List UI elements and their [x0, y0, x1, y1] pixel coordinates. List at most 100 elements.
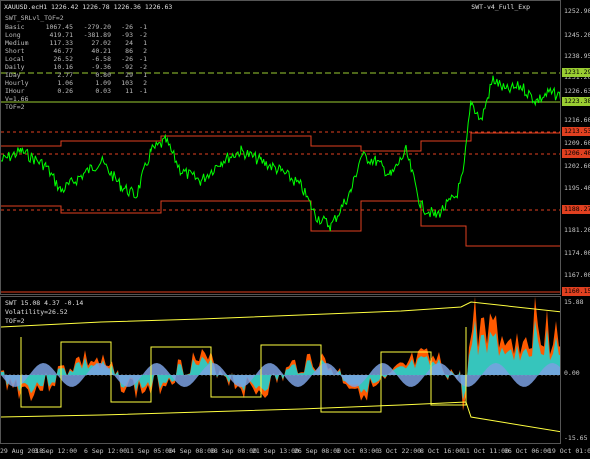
info-cell-a: 0.26: [57, 87, 73, 95]
time-tick: 16 Oct 06:00: [504, 447, 551, 455]
info-row: IHour 0.26 0.03 11 -1: [5, 87, 147, 95]
info-cell-d: 1: [143, 39, 147, 47]
info-cell-c: -92: [121, 63, 133, 71]
price-tick: 1202.60: [564, 162, 590, 170]
indicator-canvas[interactable]: [1, 297, 561, 444]
time-tick: 18 Sep 08:00: [210, 447, 257, 455]
time-tick: 3 Oct 22:00: [378, 447, 422, 455]
info-extra-line: V=1.66: [5, 95, 29, 103]
price-level-tag: 1188.27: [562, 205, 590, 214]
info-row: Daily 10.16 -9.36 -92 -2: [5, 63, 147, 71]
info-cell-c: -26: [121, 55, 133, 63]
info-cell-name: IDay: [5, 71, 21, 79]
time-tick: 19 Oct 01:00: [548, 447, 590, 455]
indicator-pane[interactable]: SWT 15.08 4.37 -0.14 Volatility=26.52 TO…: [0, 296, 561, 444]
info-cell-name: Short: [5, 47, 25, 55]
info-cell-b: 0.80: [95, 71, 111, 79]
info-cell-d: 2: [143, 47, 147, 55]
info-row: IDay 2.77 0.80 29 1: [5, 71, 147, 79]
price-tick: 1238.95: [564, 52, 590, 60]
time-tick: 21 Sep 13:00: [252, 447, 299, 455]
info-cell-c: 86: [125, 47, 133, 55]
info-cell-a: 1.06: [57, 79, 73, 87]
indicator-name: SWT_SRLvl_TOF=2: [5, 14, 64, 22]
price-level-tag: 1231.29: [562, 68, 590, 77]
info-row: Basic 1067.45 -279.20 -26 -1: [5, 23, 147, 31]
info-cell-b: 1.09: [95, 79, 111, 87]
info-cell-b: 27.02: [91, 39, 111, 47]
info-row: Short 46.77 40.21 86 2: [5, 47, 147, 55]
price-tick: 1167.00: [564, 271, 590, 279]
info-cell-d: 2: [143, 79, 147, 87]
info-cell-b: -6.58: [91, 55, 111, 63]
info-cell-c: 11: [125, 87, 133, 95]
info-cell-c: 24: [125, 39, 133, 47]
info-cell-a: 1067.45: [45, 23, 73, 31]
time-tick: 14 Sep 08:00: [168, 447, 215, 455]
volatility-label: Volatility=26.52: [5, 308, 68, 316]
price-tick: 1245.20: [564, 31, 590, 39]
indicator-tof-label: TOF=2: [5, 317, 25, 325]
indicator-axis[interactable]: 15.88 0.00 -15.65: [561, 296, 590, 444]
price-tick: 1174.00: [564, 249, 590, 257]
time-tick: 1 Oct 03:00: [336, 447, 380, 455]
info-cell-name: Hourly: [5, 79, 29, 87]
info-row: Medium 117.33 27.02 24 1: [5, 39, 147, 47]
info-cell-name: Medium: [5, 39, 29, 47]
price-level-tag: 1223.38: [562, 97, 590, 106]
price-tick: 1181.20: [564, 226, 590, 234]
info-cell-b: 0.03: [95, 87, 111, 95]
time-tick: 11 Oct 11:00: [462, 447, 509, 455]
info-cell-a: 419.71: [49, 31, 73, 39]
indicator-header: SWT 15.08 4.37 -0.14: [5, 299, 84, 307]
expert-label: SWT-v4_Full_Exp: [471, 3, 530, 11]
indicator-axis-bottom: -15.65: [564, 434, 588, 442]
info-cell-name: Local: [5, 55, 25, 63]
info-cell-d: 1: [143, 71, 147, 79]
info-cell-d: -2: [139, 63, 147, 71]
info-cell-b: -381.89: [83, 31, 111, 39]
indicator-axis-mid: 0.00: [564, 369, 580, 377]
info-cell-a: 26.52: [53, 55, 73, 63]
info-cell-c: -93: [121, 31, 133, 39]
info-cell-c: 103: [121, 79, 133, 87]
price-tick: 1195.40: [564, 184, 590, 192]
time-tick: 6 Sep 12:00: [84, 447, 128, 455]
price-level-tag: 1206.40: [562, 149, 590, 158]
time-axis[interactable]: 29 Aug 2018 3 Sep 12:00 6 Sep 12:00 11 Sep …: [0, 445, 590, 459]
info-row: Local 26.52 -6.58 -26 -1: [5, 55, 147, 63]
info-extra-line: TOF=2: [5, 103, 25, 111]
info-table: Basic 1067.45 -279.20 -26 -1 Long 419.71 -381.8…: [5, 23, 147, 111]
info-cell-d: -2: [139, 31, 147, 39]
info-cell-a: 10.16: [53, 63, 73, 71]
info-cell-c: 29: [125, 71, 133, 79]
price-tick: 1252.90: [564, 7, 590, 15]
price-tick: 1209.60: [564, 139, 590, 147]
info-cell-d: -1: [139, 87, 147, 95]
info-cell-b: -9.36: [91, 63, 111, 71]
upper-band-line: [1, 301, 560, 328]
info-cell-d: -1: [139, 55, 147, 63]
price-tick: 1216.60: [564, 116, 590, 124]
info-row: Long 419.71 -381.89 -93 -2: [5, 31, 147, 39]
info-cell-a: 2.77: [57, 71, 73, 79]
time-tick: 11 Sep 05:00: [126, 447, 173, 455]
chart-window: XAUUSD.ecH1 1226.42 1226.78 1226.36 1226…: [0, 0, 590, 459]
info-cell-name: IHour: [5, 87, 25, 95]
info-cell-name: Basic: [5, 23, 25, 31]
info-cell-c: -26: [121, 23, 133, 31]
price-level-tag: 1213.53: [562, 127, 590, 136]
time-tick: 3 Sep 12:00: [34, 447, 78, 455]
info-cell-a: 46.77: [53, 47, 73, 55]
info-cell-name: Daily: [5, 63, 25, 71]
price-axis[interactable]: 1252.90 1245.20 1238.95 1231.20 1226.63 1216.…: [561, 0, 590, 296]
chart-title: XAUUSD.ecH1 1226.42 1226.78 1226.36 1226…: [4, 3, 173, 11]
time-tick: 8 Oct 16:00: [420, 447, 464, 455]
time-tick: 26 Sep 08:00: [294, 447, 341, 455]
indicator-axis-top: 15.88: [564, 298, 584, 306]
info-cell-d: -1: [139, 23, 147, 31]
price-chart-pane[interactable]: XAUUSD.ecH1 1226.42 1226.78 1226.36 1226…: [0, 0, 561, 295]
info-cell-name: Long: [5, 31, 21, 39]
price-level-tag: 1160.15: [562, 287, 590, 296]
info-cell-b: 40.21: [91, 47, 111, 55]
